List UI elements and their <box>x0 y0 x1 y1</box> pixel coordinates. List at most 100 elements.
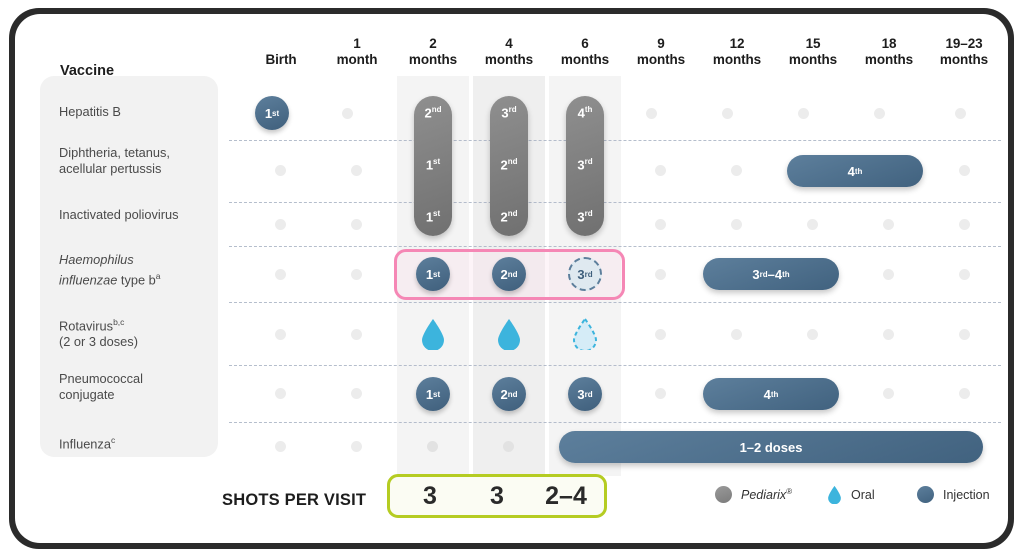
dose-dtap-4th[interactable]: 4th <box>787 155 923 187</box>
empty-slot <box>275 329 286 340</box>
empty-slot <box>275 165 286 176</box>
empty-slot <box>722 108 733 119</box>
empty-slot <box>731 165 742 176</box>
row-label-pneumococcal: Pneumococcal conjugate <box>59 371 219 403</box>
empty-slot <box>874 108 885 119</box>
dose-pcv-1st[interactable]: 1st <box>416 377 450 411</box>
empty-slot <box>959 329 970 340</box>
empty-slot <box>798 108 809 119</box>
empty-slot <box>351 219 362 230</box>
empty-slot <box>655 269 666 280</box>
dose-rotavirus-3-oral-optional[interactable] <box>572 318 598 350</box>
column-header-15-months: 15 months <box>788 36 838 67</box>
empty-slot <box>959 219 970 230</box>
dose-pcv-4th[interactable]: 4th <box>703 378 839 410</box>
empty-slot <box>646 108 657 119</box>
empty-slot <box>351 165 362 176</box>
shots-per-visit-4-months: 3 <box>490 482 504 510</box>
dose-influenza-1-2-doses[interactable]: 1–2 doses <box>559 431 983 463</box>
empty-slot <box>351 388 362 399</box>
empty-slot <box>731 329 742 340</box>
pediarix-capsule-2-months[interactable]: 2nd 1st 1st <box>414 96 452 236</box>
legend-label-pediarix: Pediarix® <box>741 486 793 503</box>
dose-hib-1st[interactable]: 1st <box>416 257 450 291</box>
dose-rotavirus-2-oral[interactable] <box>496 318 522 350</box>
empty-slot <box>883 269 894 280</box>
row-separator-3 <box>229 246 1001 247</box>
empty-slot <box>883 329 894 340</box>
row-label-pcv-line1: Pneumococcal <box>59 371 143 386</box>
empty-slot <box>275 219 286 230</box>
schedule-card: Vaccine Birth 1 month 2 months 4 months … <box>15 14 1008 543</box>
empty-slot <box>883 388 894 399</box>
legend-item-injection: Injection <box>917 486 990 503</box>
column-header-9-months: 9 months <box>636 36 686 67</box>
empty-slot <box>655 388 666 399</box>
row-label-hepatitis-b: Hepatitis B <box>59 104 121 119</box>
row-separator-4 <box>229 302 1001 303</box>
empty-slot <box>275 269 286 280</box>
column-header-12-months: 12 months <box>712 36 762 67</box>
column-header-birth: Birth <box>243 36 319 74</box>
empty-slot <box>959 388 970 399</box>
column-header-6-months: 6 months <box>560 36 610 67</box>
column-header-4-months: 4 months <box>484 36 534 67</box>
dose-pcv-2nd[interactable]: 2nd <box>492 377 526 411</box>
pediarix-circle-icon <box>715 486 732 503</box>
empty-slot <box>959 269 970 280</box>
row-separator-1 <box>229 140 1001 141</box>
empty-slot <box>807 329 818 340</box>
row-label-polio: Inactivated poliovirus <box>59 207 179 222</box>
legend-label-injection: Injection <box>943 487 990 502</box>
column-header-19-23-months: 19–23 months <box>939 36 989 67</box>
column-header-1-month: 1 month <box>336 36 378 67</box>
row-label-hib: Haemophilus influenzae type ba <box>59 252 161 288</box>
row-label-rotavirus: Rotavirusb,c (2 or 3 doses) <box>59 317 138 350</box>
dose-hib-3rd-optional[interactable]: 3rd <box>568 257 602 291</box>
shots-per-visit-label: SHOTS PER VISIT <box>222 491 367 509</box>
pediarix-capsule-6-months[interactable]: 4th 3rd 3rd <box>566 96 604 236</box>
dose-rotavirus-1-oral[interactable] <box>420 318 446 350</box>
empty-slot <box>655 165 666 176</box>
row-separator-6 <box>229 422 1001 423</box>
legend-item-pediarix: Pediarix® <box>715 486 792 503</box>
empty-slot <box>275 441 286 452</box>
pediarix-capsule-4-months[interactable]: 3rd 2nd 2nd <box>490 96 528 236</box>
empty-slot <box>342 108 353 119</box>
dose-pcv-3rd[interactable]: 3rd <box>568 377 602 411</box>
empty-slot <box>351 329 362 340</box>
row-label-dtap-line1: Diphtheria, tetanus, <box>59 145 170 160</box>
shots-per-visit-2-months: 3 <box>423 482 437 510</box>
row-separator-5 <box>229 365 1001 366</box>
empty-slot <box>351 269 362 280</box>
empty-slot <box>655 329 666 340</box>
row-label-dtap-line2: acellular pertussis <box>59 161 162 176</box>
dose-hib-3rd-4th[interactable]: 3rd –4th <box>703 258 839 290</box>
empty-slot <box>959 165 970 176</box>
column-header-birth-unit: Birth <box>265 52 297 67</box>
row-label-pcv-line2: conjugate <box>59 387 115 402</box>
empty-slot <box>503 441 514 452</box>
empty-slot <box>275 388 286 399</box>
empty-slot <box>731 219 742 230</box>
column-header-2-months: 2 months <box>408 36 458 67</box>
legend-label-oral: Oral <box>851 487 875 502</box>
injection-circle-icon <box>917 486 934 503</box>
empty-slot <box>351 441 362 452</box>
legend-item-oral: Oral <box>827 485 875 504</box>
empty-slot <box>655 219 666 230</box>
empty-slot <box>427 441 438 452</box>
dose-hepb-birth[interactable]: 1st <box>255 96 289 130</box>
row-label-influenza: Influenzac <box>59 435 116 452</box>
dose-hib-2nd[interactable]: 2nd <box>492 257 526 291</box>
empty-slot <box>883 219 894 230</box>
row-label-dtap: Diphtheria, tetanus, acellular pertussis <box>59 145 219 177</box>
column-header-18-months: 18 months <box>864 36 914 67</box>
vaccine-column-header: Vaccine <box>60 63 115 79</box>
row-separator-2 <box>229 202 1001 203</box>
water-drop-icon <box>827 485 842 504</box>
shots-per-visit-6-months: 2–4 <box>545 482 587 510</box>
row-label-hib-rest: type b <box>120 272 156 288</box>
device-frame: Vaccine Birth 1 month 2 months 4 months … <box>9 8 1014 549</box>
empty-slot <box>807 219 818 230</box>
